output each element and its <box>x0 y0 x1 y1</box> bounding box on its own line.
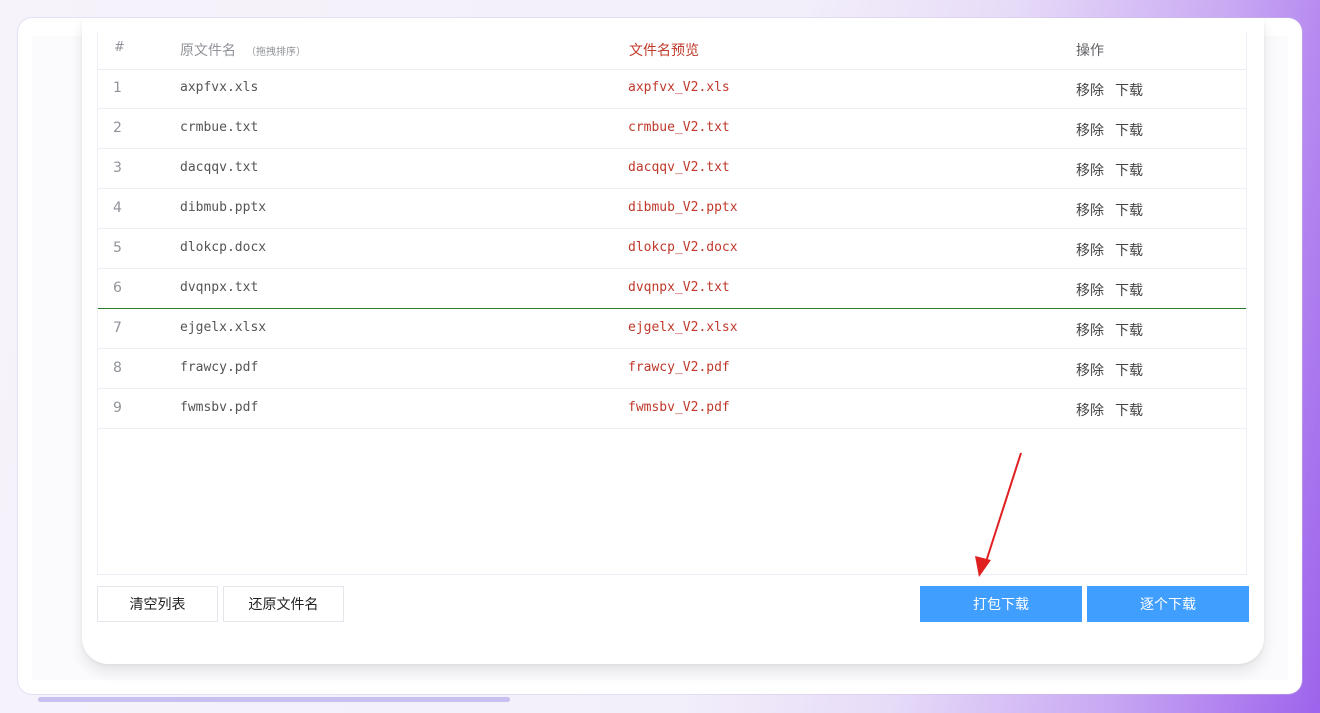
table-row[interactable]: 6 dvqnpx.txt dvqnpx_V2.txt 移除 下载 <box>98 269 1246 309</box>
row-index: 4 <box>113 200 122 216</box>
download-link[interactable]: 下载 <box>1115 160 1143 180</box>
row-original-name: dacqqv.txt <box>180 160 259 175</box>
table-body: 1 axpfvx.xls axpfvx_V2.xls 移除 下载 2 crmbu… <box>98 69 1246 429</box>
header-actions: 操作 <box>1076 43 1104 59</box>
header-index: # <box>114 40 125 55</box>
remove-link[interactable]: 移除 <box>1076 400 1104 420</box>
remove-link[interactable]: 移除 <box>1076 360 1104 380</box>
remove-link[interactable]: 移除 <box>1076 280 1104 300</box>
row-original-name: ejgelx.xlsx <box>180 320 267 335</box>
row-preview-name: dlokcp_V2.docx <box>628 240 738 255</box>
download-link[interactable]: 下载 <box>1115 280 1143 300</box>
row-original-name: dvqnpx.txt <box>180 280 259 295</box>
row-index: 6 <box>113 280 122 296</box>
download-each-button[interactable]: 逐个下载 <box>1087 586 1249 622</box>
remove-link[interactable]: 移除 <box>1076 240 1104 260</box>
table-row[interactable]: 3 dacqqv.txt dacqqv_V2.txt 移除 下载 <box>98 149 1246 189</box>
table-row[interactable]: 8 frawcy.pdf frawcy_V2.pdf 移除 下载 <box>98 349 1246 389</box>
row-index: 3 <box>113 160 122 176</box>
row-index: 9 <box>113 400 122 416</box>
row-index: 1 <box>113 80 122 96</box>
table-row[interactable]: 7 ejgelx.xlsx ejgelx_V2.xlsx 移除 下载 <box>98 309 1246 349</box>
file-list-card: # 原文件名 （拖拽排序） 文件名预览 操作 1 axpfvx.xls axpfv… <box>82 18 1264 664</box>
row-index: 8 <box>113 360 122 376</box>
table-row[interactable]: 4 dibmub.pptx dibmub_V2.pptx 移除 下载 <box>98 189 1246 229</box>
row-original-name: dlokcp.docx <box>180 240 267 255</box>
row-preview-name: dvqnpx_V2.txt <box>628 280 730 295</box>
app-window: # 原文件名 （拖拽排序） 文件名预览 操作 1 axpfvx.xls axpfv… <box>18 18 1302 694</box>
zip-download-button[interactable]: 打包下载 <box>920 586 1082 622</box>
table-row[interactable]: 9 fwmsbv.pdf fwmsbv_V2.pdf 移除 下载 <box>98 389 1246 429</box>
row-preview-name: ejgelx_V2.xlsx <box>628 320 738 335</box>
restore-names-button[interactable]: 还原文件名 <box>223 586 344 622</box>
file-table: # 原文件名 （拖拽排序） 文件名预览 操作 1 axpfvx.xls axpfv… <box>97 32 1247 575</box>
download-link[interactable]: 下载 <box>1115 120 1143 140</box>
download-link[interactable]: 下载 <box>1115 200 1143 220</box>
download-link[interactable]: 下载 <box>1115 320 1143 340</box>
download-link[interactable]: 下载 <box>1115 360 1143 380</box>
header-original-name: 原文件名 （拖拽排序） <box>180 40 306 60</box>
header-original-label: 原文件名 <box>180 43 236 59</box>
clear-list-button[interactable]: 清空列表 <box>97 586 218 622</box>
row-preview-name: crmbue_V2.txt <box>628 120 730 135</box>
row-original-name: fwmsbv.pdf <box>180 400 259 415</box>
table-row[interactable]: 2 crmbue.txt crmbue_V2.txt 移除 下载 <box>98 109 1246 149</box>
table-row[interactable]: 5 dlokcp.docx dlokcp_V2.docx 移除 下载 <box>98 229 1246 269</box>
row-preview-name: dibmub_V2.pptx <box>628 200 738 215</box>
row-original-name: crmbue.txt <box>180 120 259 135</box>
row-index: 7 <box>113 320 122 336</box>
remove-link[interactable]: 移除 <box>1076 80 1104 100</box>
remove-link[interactable]: 移除 <box>1076 320 1104 340</box>
row-original-name: axpfvx.xls <box>180 80 259 95</box>
row-original-name: frawcy.pdf <box>180 360 259 375</box>
header-drag-hint: （拖拽排序） <box>246 47 306 58</box>
remove-link[interactable]: 移除 <box>1076 200 1104 220</box>
row-original-name: dibmub.pptx <box>180 200 267 215</box>
download-link[interactable]: 下载 <box>1115 240 1143 260</box>
download-link[interactable]: 下载 <box>1115 400 1143 420</box>
row-index: 5 <box>113 240 122 256</box>
download-link[interactable]: 下载 <box>1115 80 1143 100</box>
row-preview-name: frawcy_V2.pdf <box>628 360 730 375</box>
header-preview: 文件名预览 <box>629 43 699 59</box>
remove-link[interactable]: 移除 <box>1076 160 1104 180</box>
horizontal-scrollbar[interactable] <box>38 697 510 702</box>
row-preview-name: dacqqv_V2.txt <box>628 160 730 175</box>
remove-link[interactable]: 移除 <box>1076 120 1104 140</box>
row-index: 2 <box>113 120 122 136</box>
row-preview-name: axpfvx_V2.xls <box>628 80 730 95</box>
table-header: # 原文件名 （拖拽排序） 文件名预览 操作 <box>98 32 1246 70</box>
table-row[interactable]: 1 axpfvx.xls axpfvx_V2.xls 移除 下载 <box>98 69 1246 109</box>
row-preview-name: fwmsbv_V2.pdf <box>628 400 730 415</box>
